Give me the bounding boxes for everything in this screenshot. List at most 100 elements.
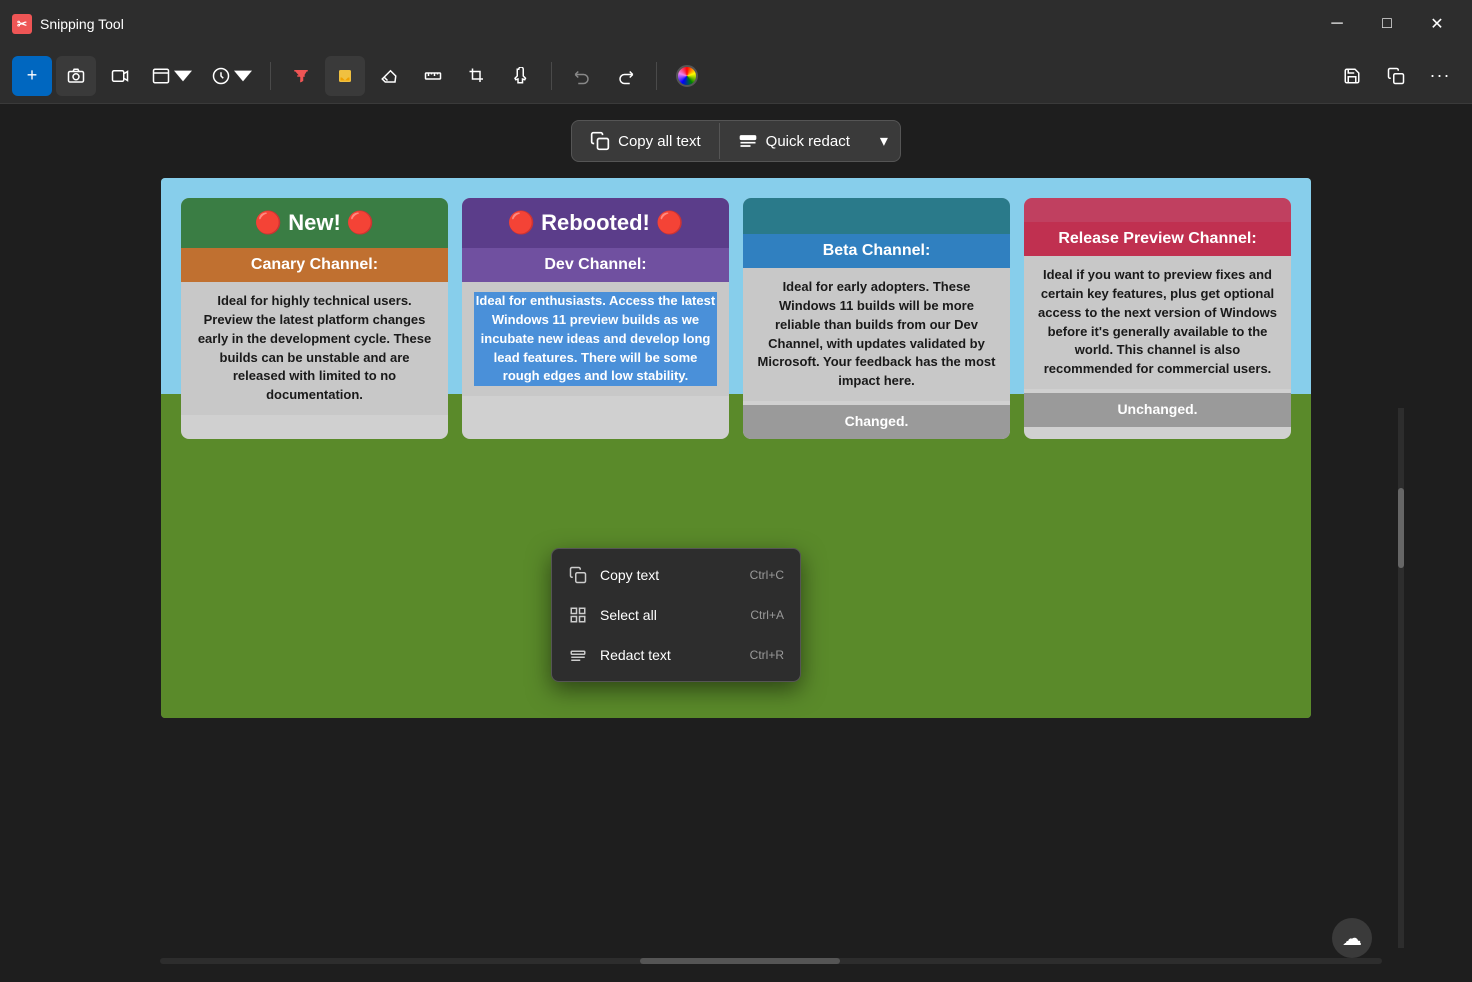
separator-2 xyxy=(551,62,552,90)
card-release-description: Ideal if you want to preview fixes and c… xyxy=(1036,266,1279,379)
more-button[interactable]: ··· xyxy=(1420,56,1460,96)
quick-redact-dropdown[interactable]: ▾ xyxy=(868,121,900,161)
ruler-icon xyxy=(424,67,442,85)
minimize-button[interactable]: ─ xyxy=(1314,8,1360,40)
card-beta-subheader-text: Beta Channel: xyxy=(823,242,931,259)
window-snip-button[interactable] xyxy=(144,56,200,96)
copy-icon xyxy=(1387,67,1405,85)
copy-all-text-button[interactable]: Copy all text xyxy=(572,121,719,161)
close-button[interactable]: ✕ xyxy=(1414,8,1460,40)
card-release: Release Preview Channel: Ideal if you wa… xyxy=(1024,198,1291,439)
video-button[interactable] xyxy=(100,56,140,96)
context-copy-text[interactable]: Copy text Ctrl+C xyxy=(552,555,800,595)
redo-button[interactable] xyxy=(606,56,646,96)
quick-redact-button[interactable]: Quick redact xyxy=(720,121,868,161)
recents-button[interactable] xyxy=(204,56,260,96)
scrollbar[interactable] xyxy=(1398,408,1404,948)
card-canary-description: Ideal for highly technical users. Previe… xyxy=(193,292,436,405)
redact-menu-icon xyxy=(568,645,588,665)
save-button[interactable] xyxy=(1332,56,1372,96)
card-dev-body: Ideal for enthusiasts. Access the latest… xyxy=(462,282,729,396)
separator-1 xyxy=(270,62,271,90)
card-dev-subheader: Dev Channel: xyxy=(462,248,729,282)
redo-icon xyxy=(617,67,635,85)
copy-text-label: Copy text xyxy=(600,567,738,583)
card-canary-body: Ideal for highly technical users. Previe… xyxy=(181,282,448,415)
crop-button[interactable] xyxy=(457,56,497,96)
text-actions-group: Copy all text Quick redact ▾ xyxy=(571,120,901,162)
card-dev-subheader-text: Dev Channel: xyxy=(544,256,646,273)
eraser-icon xyxy=(380,67,398,85)
card-release-body: Ideal if you want to preview fixes and c… xyxy=(1024,256,1291,389)
highlight-icon xyxy=(336,67,354,85)
card-release-subheader: Release Preview Channel: xyxy=(1024,222,1291,256)
card-beta-footer: Changed. xyxy=(743,405,1010,439)
redact-text-label: Redact text xyxy=(600,647,738,663)
card-beta-footer-text: Changed. xyxy=(845,413,909,429)
card-beta-body: Ideal for early adopters. These Windows … xyxy=(743,268,1010,401)
select-all-menu-icon xyxy=(568,605,588,625)
card-canary-subheader: Canary Channel: xyxy=(181,248,448,282)
copy-text-menu-icon xyxy=(568,565,588,585)
window-controls: ─ □ ✕ xyxy=(1314,8,1460,40)
camera-icon xyxy=(67,67,85,85)
app-icon: ✂ xyxy=(12,14,32,34)
card-beta: Beta Channel: Ideal for early adopters. … xyxy=(743,198,1010,439)
touch-button[interactable] xyxy=(501,56,541,96)
horizontal-scrollbar-thumb[interactable] xyxy=(640,958,840,964)
context-menu: Copy text Ctrl+C Select all Ctrl+A Redac… xyxy=(551,548,801,682)
redact-icon xyxy=(738,131,758,151)
touch-icon xyxy=(512,67,530,85)
undo-icon xyxy=(573,67,591,85)
window-icon xyxy=(152,67,170,85)
crop-icon xyxy=(468,67,486,85)
new-button[interactable]: + xyxy=(12,56,52,96)
titlebar: ✂ Snipping Tool ─ □ ✕ xyxy=(0,0,1472,48)
toolbar: + xyxy=(0,48,1472,104)
card-canary: 🔴 New! 🔴 Canary Channel: Ideal for highl… xyxy=(181,198,448,439)
undo-button[interactable] xyxy=(562,56,602,96)
main-content: 🔴 New! 🔴 Canary Channel: Ideal for highl… xyxy=(0,178,1472,718)
card-canary-header: 🔴 New! 🔴 xyxy=(181,198,448,248)
context-redact-text[interactable]: Redact text Ctrl+R xyxy=(552,635,800,675)
card-dev-title: 🔴 Rebooted! 🔴 xyxy=(508,210,684,235)
screenshot-canvas[interactable]: 🔴 New! 🔴 Canary Channel: Ideal for highl… xyxy=(161,178,1311,718)
plus-icon: + xyxy=(27,65,38,86)
quick-redact-label: Quick redact xyxy=(766,133,850,150)
copy-text-shortcut: Ctrl+C xyxy=(750,568,784,582)
card-dev: 🔴 Rebooted! 🔴 Dev Channel: Ideal for ent… xyxy=(462,198,729,439)
card-beta-header xyxy=(743,198,1010,234)
chevron-down-icon2 xyxy=(234,67,252,85)
card-dev-description: Ideal for enthusiasts. Access the latest… xyxy=(474,292,717,386)
filter-button[interactable] xyxy=(281,56,321,96)
card-release-footer: Unchanged. xyxy=(1024,393,1291,427)
filter-icon xyxy=(292,67,310,85)
highlight-button[interactable] xyxy=(325,56,365,96)
copy-all-button[interactable] xyxy=(1376,56,1416,96)
card-canary-subheader-text: Canary Channel: xyxy=(251,256,378,273)
horizontal-scrollbar[interactable] xyxy=(160,958,1382,964)
card-release-footer-text: Unchanged. xyxy=(1117,401,1197,417)
color-button[interactable] xyxy=(667,56,707,96)
card-release-subheader-text: Release Preview Channel: xyxy=(1058,230,1256,247)
color-circle xyxy=(676,65,698,87)
clock-icon xyxy=(212,67,230,85)
select-all-label: Select all xyxy=(600,607,738,623)
cards-container: 🔴 New! 🔴 Canary Channel: Ideal for highl… xyxy=(181,198,1291,439)
action-bar: Copy all text Quick redact ▾ xyxy=(0,104,1472,178)
chevron-down-icon xyxy=(174,67,192,85)
ruler-button[interactable] xyxy=(413,56,453,96)
copy-text-icon xyxy=(590,131,610,151)
card-beta-subheader: Beta Channel: xyxy=(743,234,1010,268)
scrollbar-thumb[interactable] xyxy=(1398,488,1404,568)
maximize-button[interactable]: □ xyxy=(1364,8,1410,40)
video-icon xyxy=(111,67,129,85)
screenshot-button[interactable] xyxy=(56,56,96,96)
separator-3 xyxy=(656,62,657,90)
save-icon xyxy=(1343,67,1361,85)
app-title: Snipping Tool xyxy=(40,16,1306,32)
cloud-button[interactable]: ☁ xyxy=(1332,918,1372,958)
context-select-all[interactable]: Select all Ctrl+A xyxy=(552,595,800,635)
card-beta-description: Ideal for early adopters. These Windows … xyxy=(755,278,998,391)
eraser-button[interactable] xyxy=(369,56,409,96)
